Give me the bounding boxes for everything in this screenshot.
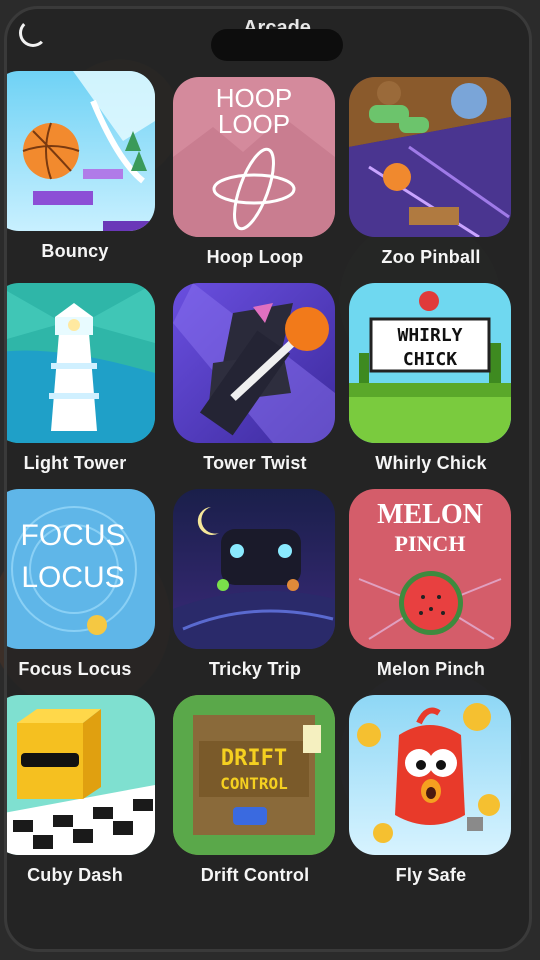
game-grid: Bouncy HOOP LOOP Hoop Loop Zoo Pinball L… xyxy=(7,9,529,949)
game-tile-drift-control[interactable]: DRIFT CONTROL Drift Control xyxy=(173,695,337,886)
game-label: Tricky Trip xyxy=(208,659,302,679)
svg-text:FOCUS: FOCUS xyxy=(21,519,126,552)
zoo-pinball-icon[interactable] xyxy=(349,77,511,237)
svg-text:PINCH: PINCH xyxy=(395,531,466,556)
game-tile-melon-pinch[interactable]: MELON PINCH Melon Pinch xyxy=(349,489,513,680)
game-tile-tricky-trip[interactable]: Tricky Trip xyxy=(173,489,337,680)
game-label: Zoo Pinball xyxy=(381,247,481,267)
game-label: Fly Safe xyxy=(395,865,467,885)
game-tile-bouncy[interactable]: Bouncy xyxy=(7,71,157,262)
game-tile-tower-twist[interactable]: Tower Twist xyxy=(173,283,337,474)
game-tile-zoo-pinball[interactable]: Zoo Pinball xyxy=(349,77,513,268)
svg-text:CONTROL: CONTROL xyxy=(220,774,287,793)
game-label: Whirly Chick xyxy=(375,453,487,473)
fly-safe-icon[interactable] xyxy=(349,695,511,855)
melon-pinch-icon[interactable]: MELON PINCH xyxy=(349,489,511,649)
light-tower-icon[interactable] xyxy=(7,283,155,443)
game-label: Hoop Loop xyxy=(206,247,304,267)
focus-locus-icon[interactable]: FOCUS LOCUS xyxy=(7,489,155,649)
game-label: Melon Pinch xyxy=(376,659,486,679)
tricky-trip-icon[interactable] xyxy=(173,489,335,649)
game-tile-hoop-loop[interactable]: HOOP LOOP Hoop Loop xyxy=(173,77,337,268)
game-tile-focus-locus[interactable]: FOCUS LOCUS Focus Locus xyxy=(7,489,157,680)
svg-text:MELON: MELON xyxy=(377,499,483,530)
svg-text:DRIFT: DRIFT xyxy=(221,746,287,771)
screen: Arcade Bouncy HOOP LOOP Hoop Loop Zoo Pi… xyxy=(4,6,532,952)
hoop-loop-icon[interactable]: HOOP LOOP xyxy=(173,77,335,237)
game-label: Focus Locus xyxy=(18,659,132,679)
svg-text:WHIRLY: WHIRLY xyxy=(397,325,462,346)
cuby-dash-icon[interactable] xyxy=(7,695,155,855)
svg-text:LOOP: LOOP xyxy=(218,109,290,139)
bouncy-icon[interactable] xyxy=(7,71,155,231)
game-tile-whirly-chick[interactable]: WHIRLY CHICK Whirly Chick xyxy=(349,283,513,474)
game-tile-light-tower[interactable]: Light Tower xyxy=(7,283,157,474)
game-tile-fly-safe[interactable]: Fly Safe xyxy=(349,695,513,886)
game-label: Light Tower xyxy=(23,453,127,473)
tower-twist-icon[interactable] xyxy=(173,283,335,443)
whirly-chick-icon[interactable]: WHIRLY CHICK xyxy=(349,283,511,443)
game-label: Tower Twist xyxy=(203,453,307,473)
game-tile-cuby-dash[interactable]: Cuby Dash xyxy=(7,695,157,886)
svg-text:CHICK: CHICK xyxy=(403,349,457,370)
game-label: Drift Control xyxy=(200,865,310,885)
drift-control-icon[interactable]: DRIFT CONTROL xyxy=(173,695,335,855)
game-label: Bouncy xyxy=(41,241,109,261)
camera-notch xyxy=(211,29,343,61)
game-label: Cuby Dash xyxy=(27,865,123,885)
svg-text:LOCUS: LOCUS xyxy=(21,561,124,594)
